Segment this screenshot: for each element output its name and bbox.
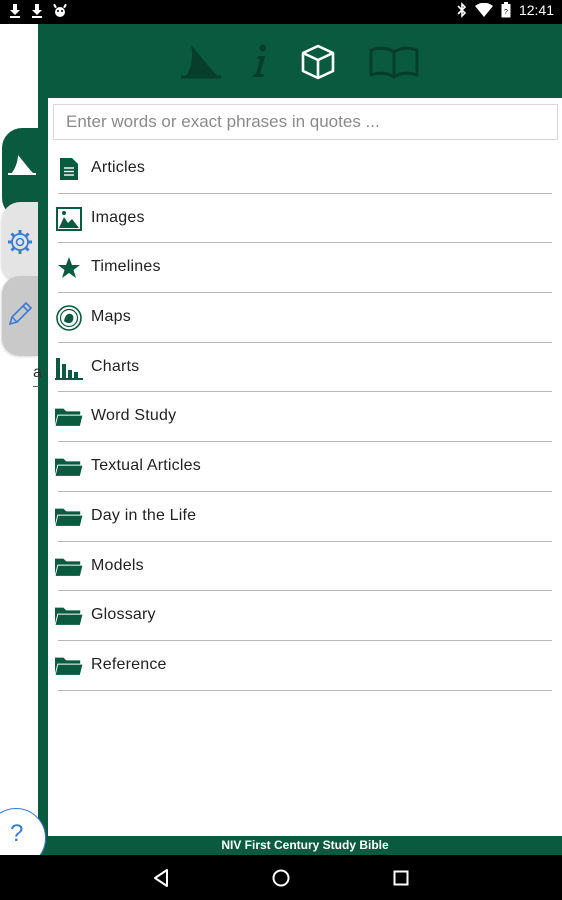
folder-icon bbox=[55, 405, 83, 429]
wifi-icon bbox=[474, 3, 493, 17]
folder-icon bbox=[55, 654, 83, 678]
list-divider bbox=[58, 689, 552, 691]
app-window: a ? Articles bbox=[0, 24, 562, 868]
clock: 12:41 bbox=[518, 2, 554, 18]
list-item-maps[interactable]: Maps bbox=[48, 293, 562, 343]
folder-icon bbox=[55, 455, 83, 479]
list-item-models[interactable]: Models bbox=[48, 542, 562, 592]
bluetooth-icon bbox=[457, 2, 467, 18]
library-panel: Articles Images Timelines bbox=[48, 98, 562, 836]
gear-icon bbox=[8, 230, 32, 254]
library-category-list: Articles Images Timelines Maps Charts Wo… bbox=[48, 144, 562, 691]
bar-chart-icon bbox=[55, 356, 83, 380]
info-icon[interactable] bbox=[250, 44, 270, 80]
map-seal-icon bbox=[55, 305, 83, 331]
cube-icon[interactable] bbox=[300, 44, 336, 80]
list-item-articles[interactable]: Articles bbox=[48, 144, 562, 194]
shark-fin-icon[interactable] bbox=[181, 44, 221, 80]
help-icon: ? bbox=[10, 820, 24, 847]
list-item-textual-articles[interactable]: Textual Articles bbox=[48, 442, 562, 492]
footer-title: NIV First Century Study Bible bbox=[48, 836, 562, 855]
image-icon bbox=[55, 206, 83, 231]
folder-icon bbox=[55, 604, 83, 628]
side-tab-notes[interactable] bbox=[2, 276, 38, 356]
svg-text:?: ? bbox=[504, 9, 508, 16]
shark-fin-icon bbox=[8, 155, 36, 175]
download-icon bbox=[10, 4, 20, 18]
toolbar bbox=[38, 24, 562, 98]
list-item-glossary[interactable]: Glossary bbox=[48, 591, 562, 641]
list-item-images[interactable]: Images bbox=[48, 194, 562, 244]
open-book-icon[interactable] bbox=[368, 46, 420, 80]
star-icon bbox=[55, 256, 83, 280]
list-item-day-in-the-life[interactable]: Day in the Life bbox=[48, 492, 562, 542]
back-icon[interactable] bbox=[150, 867, 172, 889]
system-nav-bar bbox=[0, 855, 562, 900]
list-item-reference[interactable]: Reference bbox=[48, 641, 562, 691]
android-debug-icon bbox=[53, 3, 67, 17]
document-icon bbox=[55, 157, 83, 181]
battery-icon: ? bbox=[501, 2, 511, 18]
list-item-charts[interactable]: Charts bbox=[48, 343, 562, 393]
folder-icon bbox=[55, 505, 83, 529]
background-text-fragment: a bbox=[33, 364, 42, 381]
download-icon bbox=[32, 4, 42, 18]
list-item-word-study[interactable]: Word Study bbox=[48, 392, 562, 443]
home-icon[interactable] bbox=[270, 867, 292, 889]
search-input[interactable] bbox=[53, 104, 558, 140]
background-divider bbox=[33, 386, 39, 387]
recents-icon[interactable] bbox=[390, 867, 412, 889]
pencil-icon bbox=[8, 301, 33, 326]
status-bar: ? 12:41 bbox=[0, 0, 562, 24]
list-item-timelines[interactable]: Timelines bbox=[48, 243, 562, 294]
side-tab-settings[interactable] bbox=[2, 202, 38, 282]
folder-icon bbox=[55, 555, 83, 579]
